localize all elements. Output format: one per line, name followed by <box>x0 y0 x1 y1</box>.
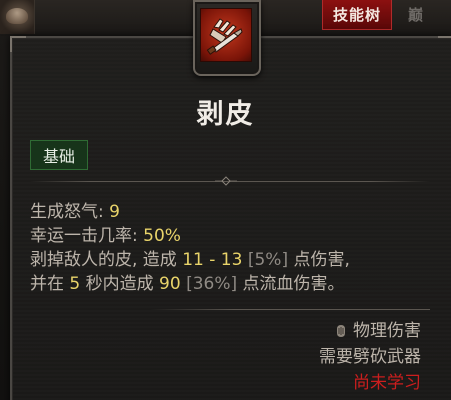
tab-next-partial[interactable]: 巅 <box>408 4 423 25</box>
stat-lucky-hit-chance: 幸运一击几率: 50% <box>30 224 430 248</box>
skill-footer: 物理伤害 需要劈砍武器 尚未学习 <box>319 318 421 396</box>
description-text: 剥掉敌人的皮, 造成 <box>30 250 183 270</box>
description-text: 秒内造成 <box>80 274 160 294</box>
damage-type-row: 物理伤害 <box>319 318 421 344</box>
status-text: 尚未学习 <box>353 373 421 393</box>
footer-divider <box>150 309 430 310</box>
flay-blade-icon <box>200 8 252 62</box>
skill-tooltip-screen: 技能树 巅 剥皮 基础 生成怒气: 9 幸运一击几率: 50% 剥掉敌人的皮, … <box>0 0 451 400</box>
tab-skill-tree[interactable]: 技能树 <box>322 0 392 30</box>
damage-type-label: 物理伤害 <box>353 321 421 341</box>
weapon-requirement: 需要劈砍武器 <box>319 344 421 370</box>
bleed-duration: 5 <box>69 274 81 294</box>
description-text: 点伤害, <box>288 250 350 270</box>
description-text: 点流血伤害。 <box>237 274 345 294</box>
description-line-2: 并在 5 秒内造成 90 [36%] 点流血伤害。 <box>30 272 430 296</box>
description-line-1: 剥掉敌人的皮, 造成 11 - 13 [5%] 点伤害, <box>30 248 430 272</box>
skill-category-tag: 基础 <box>30 140 88 170</box>
physical-damage-icon <box>334 323 348 339</box>
character-portrait <box>0 0 35 34</box>
bleed-damage: 90 <box>159 274 181 294</box>
stat-fury-generated: 生成怒气: 9 <box>30 200 430 224</box>
bleed-percent: [36%] <box>180 274 238 294</box>
skill-status: 尚未学习 <box>319 370 421 396</box>
stat-separator: : <box>98 202 110 222</box>
panel-corner-ornament <box>438 36 451 52</box>
skill-stats: 生成怒气: 9 幸运一击几率: 50% 剥掉敌人的皮, 造成 11 - 13 [… <box>30 200 430 296</box>
panel-corner-ornament <box>10 36 26 52</box>
stat-label: 幸运一击几率 <box>30 226 132 246</box>
damage-percent: [5%] <box>242 250 289 270</box>
stat-separator: : <box>132 226 144 246</box>
stat-value: 9 <box>109 202 120 222</box>
skill-icon-frame <box>193 0 261 76</box>
stat-label: 生成怒气 <box>30 202 98 222</box>
skill-name: 剥皮 <box>196 99 255 130</box>
stat-value: 50% <box>143 226 181 246</box>
divider-ornament-icon <box>215 175 237 187</box>
damage-range: 11 - 13 <box>182 250 243 270</box>
requirement-text: 需要劈砍武器 <box>319 347 421 367</box>
description-text: 并在 <box>30 274 70 294</box>
